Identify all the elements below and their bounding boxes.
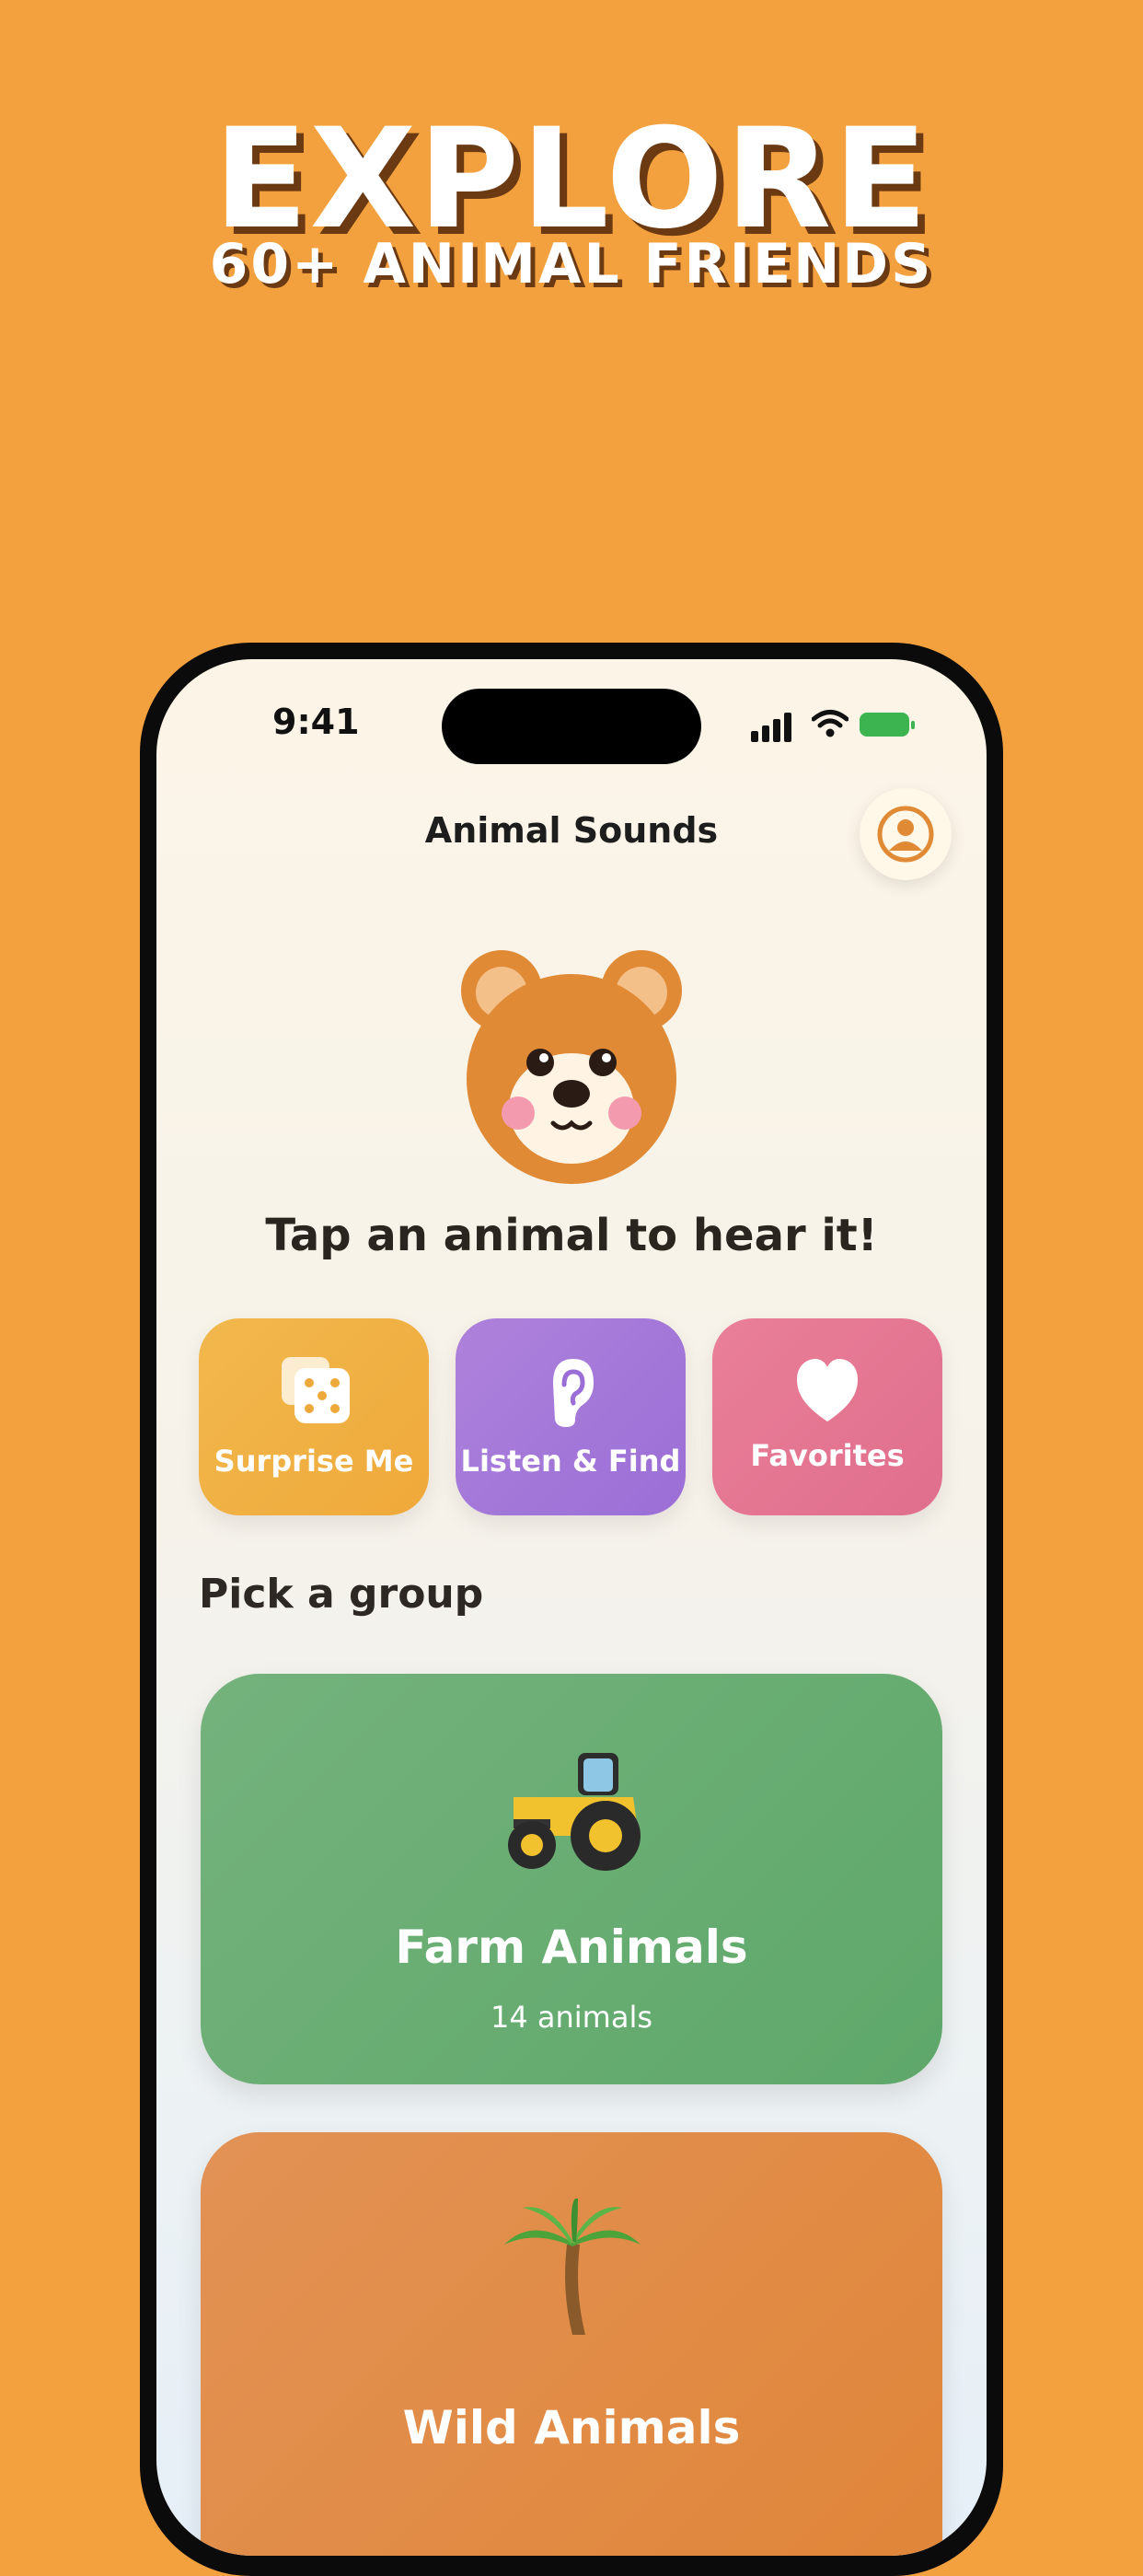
dynamic-island <box>442 689 701 764</box>
tractor-icon <box>508 1753 641 1871</box>
status-time: 9:41 <box>272 702 360 742</box>
group-name-wild: Wild Animals <box>402 2401 741 2454</box>
group-name-farm: Farm Animals <box>395 1920 748 1974</box>
surprise-me-button[interactable]: Surprise Me <box>199 1318 429 1515</box>
ear-icon <box>553 1359 594 1427</box>
group-card-wild[interactable]: Wild Animals <box>201 2132 942 2556</box>
heart-icon <box>797 1359 858 1421</box>
profile-button[interactable] <box>860 788 952 880</box>
listen-find-label: Listen & Find <box>460 1444 681 1479</box>
battery-icon <box>860 713 915 737</box>
favorites-label: Favorites <box>750 1438 905 1473</box>
tap-prompt: Tap an animal to hear it! <box>265 1210 878 1261</box>
app-screen: 9:41 Animal Sounds Tap an animal to hear… <box>156 659 987 2556</box>
palm-tree-icon <box>504 2199 641 2335</box>
promo-subheadline: 60+ ANIMAL FRIENDS <box>209 232 934 296</box>
favorites-button[interactable]: Favorites <box>712 1318 942 1515</box>
profile-icon <box>877 806 934 863</box>
group-card-farm[interactable]: Farm Animals 14 animals <box>201 1674 942 2084</box>
group-count-farm: 14 animals <box>490 2000 652 2035</box>
surprise-me-label: Surprise Me <box>214 1444 414 1479</box>
bear-mascot-icon <box>461 950 682 1184</box>
promo-headline: EXPLORE <box>214 99 929 260</box>
section-title: Pick a group <box>199 1571 484 1618</box>
wifi-icon <box>812 710 849 737</box>
dice-icon <box>282 1357 350 1423</box>
listen-find-button[interactable]: Listen & Find <box>456 1318 686 1515</box>
